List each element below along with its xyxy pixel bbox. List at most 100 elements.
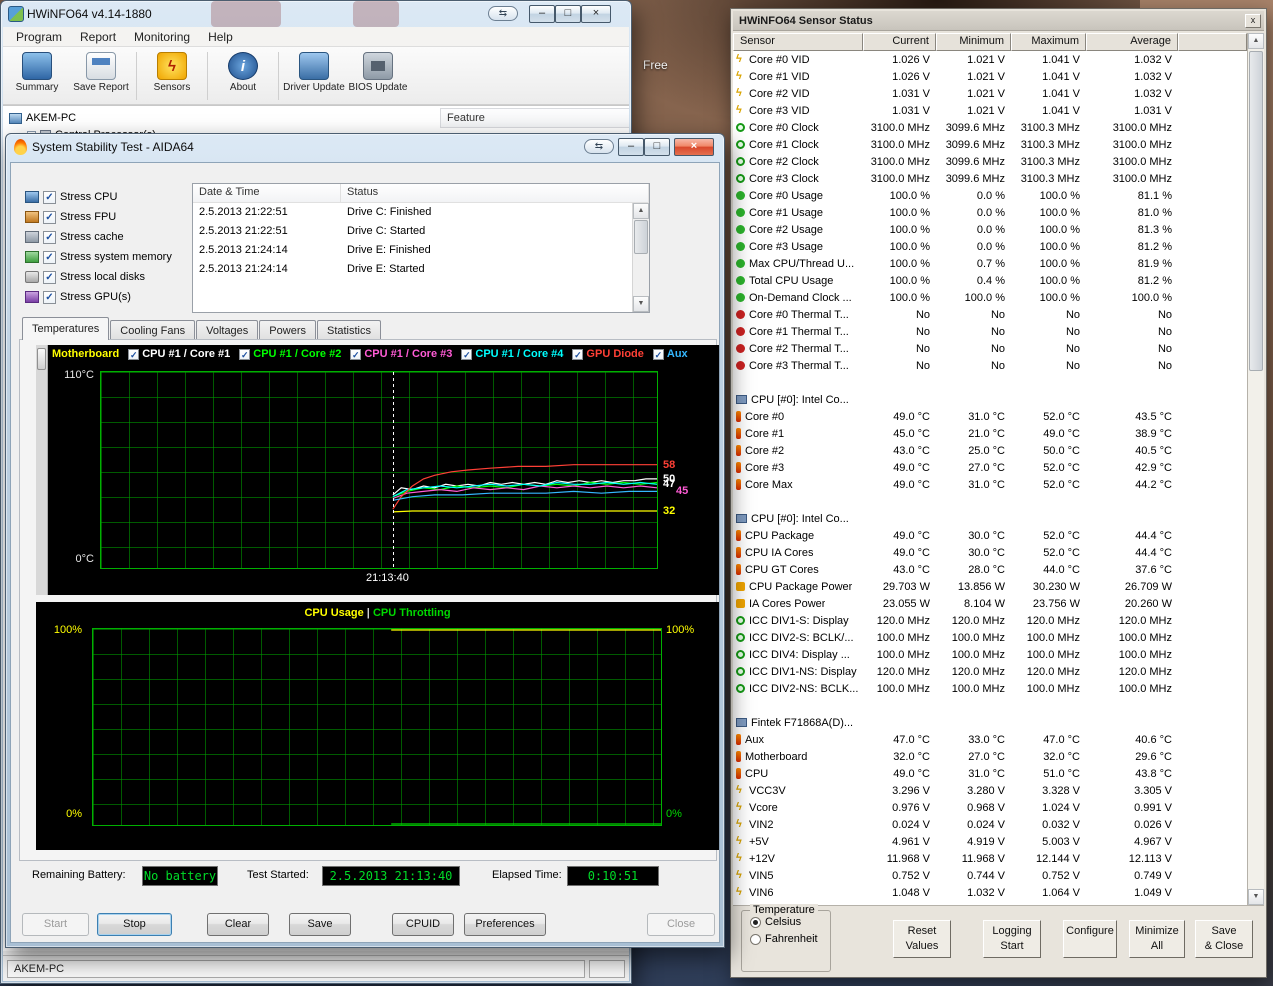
log-row[interactable]: 2.5.2013 21:24:14Drive E: Started	[193, 260, 632, 279]
menu-item-help[interactable]: Help	[199, 27, 242, 47]
legend-checkbox[interactable]: ✓	[128, 349, 139, 360]
legend-checkbox[interactable]: ✓	[461, 349, 472, 360]
quickconnect-button[interactable]: ⇆	[488, 6, 518, 21]
toolbar-about[interactable]: iAbout	[211, 50, 275, 93]
quickconnect-button[interactable]: ⇆	[584, 139, 614, 154]
sensor-row[interactable]: Core #2 Usage100.0 %0.0 %100.0 %81.3 %	[733, 221, 1247, 238]
sensor-row[interactable]: ICC DIV4: Display ...100.0 MHz100.0 MHz1…	[733, 646, 1247, 663]
toolbar-sensors[interactable]: ϟSensors	[140, 50, 204, 93]
tab-temperatures[interactable]: Temperatures	[22, 317, 109, 340]
sensor-scrollbar[interactable]: ▲ ▼	[1247, 33, 1264, 905]
legend-checkbox[interactable]: ✓	[350, 349, 361, 360]
toolbar-bios-update[interactable]: BIOS Update	[346, 50, 410, 93]
sensor-row[interactable]: Core #0 Clock3100.0 MHz3099.6 MHz3100.3 …	[733, 119, 1247, 136]
column-header-sensor[interactable]: Sensor	[733, 33, 863, 51]
checkbox-checked[interactable]: ✓	[43, 211, 56, 224]
menu-item-program[interactable]: Program	[7, 27, 71, 47]
sensor-row[interactable]: Core #049.0 °C31.0 °C52.0 °C43.5 °C	[733, 408, 1247, 425]
button-save[interactable]: Save	[289, 913, 351, 936]
button-cpuid[interactable]: CPUID	[392, 913, 454, 936]
log-column-header-date-time[interactable]: Date & Time	[193, 184, 341, 202]
sensor-row[interactable]: Motherboard32.0 °C27.0 °C32.0 °C29.6 °C	[733, 748, 1247, 765]
button-stop[interactable]: Stop	[97, 913, 172, 936]
tab-statistics[interactable]: Statistics	[317, 320, 381, 341]
close-button[interactable]: ×	[581, 5, 611, 23]
log-row[interactable]: 2.5.2013 21:22:51Drive C: Started	[193, 222, 632, 241]
sensor-row[interactable]: ϟCore #0 VID1.026 V1.021 V1.041 V1.032 V	[733, 51, 1247, 68]
sensor-row[interactable]: Core #145.0 °C21.0 °C49.0 °C38.9 °C	[733, 425, 1247, 442]
sensor-row[interactable]: CPU GT Cores43.0 °C28.0 °C44.0 °C37.6 °C	[733, 561, 1247, 578]
sensor-group-header[interactable]: CPU [#0]: Intel Co...	[733, 391, 1247, 408]
sensor-row[interactable]: ICC DIV1-NS: Display120.0 MHz120.0 MHz12…	[733, 663, 1247, 680]
sensor-row[interactable]: Core #3 Clock3100.0 MHz3099.6 MHz3100.3 …	[733, 170, 1247, 187]
menu-item-report[interactable]: Report	[71, 27, 125, 47]
column-header-average[interactable]: Average	[1086, 33, 1178, 51]
maximize-button[interactable]: □	[644, 138, 670, 156]
stress-option-stress-cache[interactable]: ✓Stress cache	[25, 227, 193, 247]
toolbar-driver-update[interactable]: Driver Update	[282, 50, 346, 93]
checkbox-checked[interactable]: ✓	[43, 191, 56, 204]
sensor-row[interactable]: ICC DIV1-S: Display120.0 MHz120.0 MHz120…	[733, 612, 1247, 629]
main-titlebar[interactable]: HWiNFO64 v4.14-1880 ⇆ – □ ×	[1, 1, 631, 27]
sensor-row[interactable]: Core #2 Thermal T...NoNoNoNo	[733, 340, 1247, 357]
legend-checkbox[interactable]: ✓	[572, 349, 583, 360]
tree-item-akem-pc[interactable]: AKEM-PC	[7, 110, 156, 127]
close-icon[interactable]: x	[1245, 14, 1261, 28]
scroll-up-icon[interactable]: ▲	[633, 203, 649, 219]
checkbox-checked[interactable]: ✓	[43, 251, 56, 264]
slider-thumb[interactable]	[37, 348, 46, 370]
stability-titlebar[interactable]: System Stability Test - AIDA64 ⇆ – □ ×	[6, 134, 724, 160]
sensor-row[interactable]: ϟVIN20.024 V0.024 V0.032 V0.026 V	[733, 816, 1247, 833]
sensor-row[interactable]: On-Demand Clock ...100.0 %100.0 %100.0 %…	[733, 289, 1247, 306]
sensor-row[interactable]: Core #3 Usage100.0 %0.0 %100.0 %81.2 %	[733, 238, 1247, 255]
toolbar-save-report[interactable]: Save Report	[69, 50, 133, 93]
sensor-row[interactable]: Total CPU Usage100.0 %0.4 %100.0 %81.2 %	[733, 272, 1247, 289]
legend-checkbox[interactable]: ✓	[239, 349, 250, 360]
button-clear[interactable]: Clear	[207, 913, 269, 936]
column-header-minimum[interactable]: Minimum	[936, 33, 1011, 51]
sensor-group-header[interactable]: CPU [#0]: Intel Co...	[733, 510, 1247, 527]
stress-option-stress-gpu-s[interactable]: ✓Stress GPU(s)	[25, 287, 193, 307]
column-header-current[interactable]: Current	[863, 33, 936, 51]
sensor-row[interactable]: ϟVIN50.752 V0.744 V0.752 V0.749 V	[733, 867, 1247, 884]
sensor-row[interactable]: Max CPU/Thread U...100.0 %0.7 %100.0 %81…	[733, 255, 1247, 272]
checkbox-checked[interactable]: ✓	[43, 231, 56, 244]
minimize-button[interactable]: –	[618, 138, 644, 156]
sensor-row[interactable]: Core Max49.0 °C31.0 °C52.0 °C44.2 °C	[733, 476, 1247, 493]
toolbar-summary[interactable]: Summary	[5, 50, 69, 93]
sensor-row[interactable]: Core #0 Thermal T...NoNoNoNo	[733, 306, 1247, 323]
button-logging-start[interactable]: Logging Start	[983, 920, 1041, 958]
scrollbar-thumb[interactable]	[1249, 51, 1263, 371]
sensor-row[interactable]: ICC DIV2-S: BCLK/...100.0 MHz100.0 MHz10…	[733, 629, 1247, 646]
sensor-row[interactable]: Core #1 Usage100.0 %0.0 %100.0 %81.0 %	[733, 204, 1247, 221]
scrollbar-thumb[interactable]	[634, 220, 648, 254]
checkbox-checked[interactable]: ✓	[43, 271, 56, 284]
button-minimize-all[interactable]: Minimize All	[1129, 920, 1185, 958]
sensor-row[interactable]: ϟCore #2 VID1.031 V1.021 V1.041 V1.032 V	[733, 85, 1247, 102]
legend-checkbox[interactable]: ✓	[653, 349, 664, 360]
checkbox-checked[interactable]: ✓	[43, 291, 56, 304]
sensor-row[interactable]: ϟCore #3 VID1.031 V1.021 V1.041 V1.031 V	[733, 102, 1247, 119]
sensor-row[interactable]: Core #3 Thermal T...NoNoNoNo	[733, 357, 1247, 374]
maximize-button[interactable]: □	[555, 5, 581, 23]
radio-celsius[interactable]: Celsius	[750, 916, 830, 928]
stress-option-stress-local-disks[interactable]: ✓Stress local disks	[25, 267, 193, 287]
tab-powers[interactable]: Powers	[259, 320, 316, 341]
sensor-row[interactable]: Core #349.0 °C27.0 °C52.0 °C42.9 °C	[733, 459, 1247, 476]
sensor-row[interactable]: ϟVCC3V3.296 V3.280 V3.328 V3.305 V	[733, 782, 1247, 799]
tab-cooling-fans[interactable]: Cooling Fans	[110, 320, 195, 341]
sensor-row[interactable]: IA Cores Power23.055 W8.104 W23.756 W20.…	[733, 595, 1247, 612]
stress-option-stress-fpu[interactable]: ✓Stress FPU	[25, 207, 193, 227]
minimize-button[interactable]: –	[529, 5, 555, 23]
sensor-row[interactable]: ICC DIV2-NS: BCLK...100.0 MHz100.0 MHz10…	[733, 680, 1247, 697]
graph-scroll-slider[interactable]	[36, 345, 48, 595]
scroll-up-icon[interactable]: ▲	[1248, 33, 1264, 49]
menu-item-monitoring[interactable]: Monitoring	[125, 27, 199, 47]
sensor-row[interactable]: Core #0 Usage100.0 %0.0 %100.0 %81.1 %	[733, 187, 1247, 204]
sensor-row[interactable]: ϟ+5V4.961 V4.919 V5.003 V4.967 V	[733, 833, 1247, 850]
stress-option-stress-cpu[interactable]: ✓Stress CPU	[25, 187, 193, 207]
sensor-row[interactable]: CPU IA Cores49.0 °C30.0 °C52.0 °C44.4 °C	[733, 544, 1247, 561]
sensor-row[interactable]: Aux47.0 °C33.0 °C47.0 °C40.6 °C	[733, 731, 1247, 748]
sensor-row[interactable]: Core #1 Clock3100.0 MHz3099.6 MHz3100.3 …	[733, 136, 1247, 153]
button-preferences[interactable]: Preferences	[464, 913, 546, 936]
